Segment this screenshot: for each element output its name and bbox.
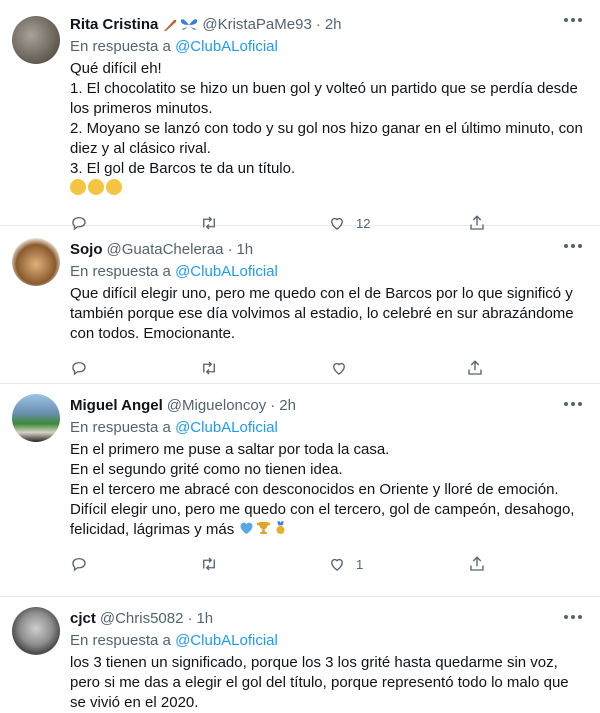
more-icon[interactable] (564, 244, 582, 248)
avatar[interactable] (12, 238, 60, 286)
author-name[interactable]: Miguel Angel (70, 396, 163, 416)
medal-icon (276, 521, 285, 534)
butterfly-icon (181, 19, 198, 30)
like-icon (331, 558, 343, 571)
more-icon[interactable] (564, 402, 582, 406)
mention-link[interactable]: @ClubALoficial (175, 263, 278, 280)
reply-button[interactable] (70, 555, 200, 573)
tweet-rita[interactable]: Rita Cristina @KristaPaMe93 · 2h En resp… (0, 0, 600, 231)
retweet-button[interactable] (200, 359, 330, 377)
feather-icon (164, 19, 177, 31)
trophy-icon (257, 522, 271, 534)
timestamp[interactable]: 2h (325, 15, 342, 35)
author-name[interactable]: Rita Cristina (70, 15, 158, 35)
avatar[interactable] (12, 16, 60, 64)
tweet-text: En el primero me puse a saltar por toda … (70, 441, 575, 538)
author-name[interactable]: cjct (70, 609, 96, 629)
tweet-actions: 1 (70, 546, 584, 582)
blue-heart-icon (240, 522, 253, 534)
author-handle[interactable]: @Migueloncoy (167, 396, 266, 416)
tweet-actions (70, 350, 584, 386)
reply-context: En respuesta a @ClubALoficial (70, 419, 278, 436)
reply-context: En respuesta a @ClubALoficial (70, 263, 278, 280)
like-icon (333, 362, 345, 375)
like-count: 1 (356, 556, 364, 572)
share-button[interactable] (466, 359, 484, 377)
tweet-miguel[interactable]: Miguel Angel @Migueloncoy · 2h En respue… (0, 384, 600, 597)
reply-context: En respuesta a @ClubALoficial (70, 38, 278, 55)
tweet-header: Miguel Angel @Migueloncoy · 2h (70, 396, 296, 416)
retweet-button[interactable] (200, 555, 328, 573)
tweet-cjct[interactable]: cjct @Chris5082 · 1h En respuesta a @Clu… (0, 597, 600, 711)
timestamp[interactable]: 1h (236, 240, 253, 260)
retweet-icon (203, 361, 215, 375)
author-handle[interactable]: @KristaPaMe93 (202, 15, 311, 35)
timestamp[interactable]: 2h (279, 396, 296, 416)
tweet-header: Sojo @GuataCheleraa · 1h (70, 240, 254, 260)
avatar[interactable] (12, 394, 60, 442)
tweet-sojo[interactable]: Sojo @GuataCheleraa · 1h En respuesta a … (0, 226, 600, 384)
tweet-text: Que difícil elegir uno, pero me quedo co… (70, 285, 574, 342)
tweet-header: cjct @Chris5082 · 1h (70, 609, 214, 629)
author-handle[interactable]: @Chris5082 (100, 609, 184, 629)
more-icon[interactable] (564, 18, 582, 22)
mention-link[interactable]: @ClubALoficial (175, 38, 278, 55)
more-icon[interactable] (564, 615, 582, 619)
reply-icon (72, 558, 86, 572)
like-button[interactable] (330, 359, 466, 377)
timestamp[interactable]: 1h (196, 609, 213, 629)
relieved-face-icon (70, 179, 86, 195)
share-icon (470, 556, 484, 571)
reply-icon (72, 362, 86, 376)
relieved-face-icon (88, 179, 104, 195)
author-handle[interactable]: @GuataCheleraa (107, 240, 224, 260)
share-button[interactable] (468, 555, 486, 573)
reply-context: En respuesta a @ClubALoficial (70, 632, 278, 649)
tweet-text: los 3 tienen un significado, porque los … (70, 654, 569, 711)
mention-link[interactable]: @ClubALoficial (175, 632, 278, 649)
reply-button[interactable] (70, 359, 200, 377)
share-icon (468, 360, 482, 375)
retweet-icon (203, 557, 215, 571)
author-name[interactable]: Sojo (70, 240, 103, 260)
mention-link[interactable]: @ClubALoficial (175, 419, 278, 436)
relieved-face-icon (106, 179, 122, 195)
tweet-header: Rita Cristina @KristaPaMe93 · 2h (70, 15, 342, 35)
avatar[interactable] (12, 607, 60, 655)
tweet-text: Qué difícil eh! 1. El chocolatito se hiz… (70, 59, 584, 199)
like-button[interactable]: 1 (328, 555, 468, 573)
